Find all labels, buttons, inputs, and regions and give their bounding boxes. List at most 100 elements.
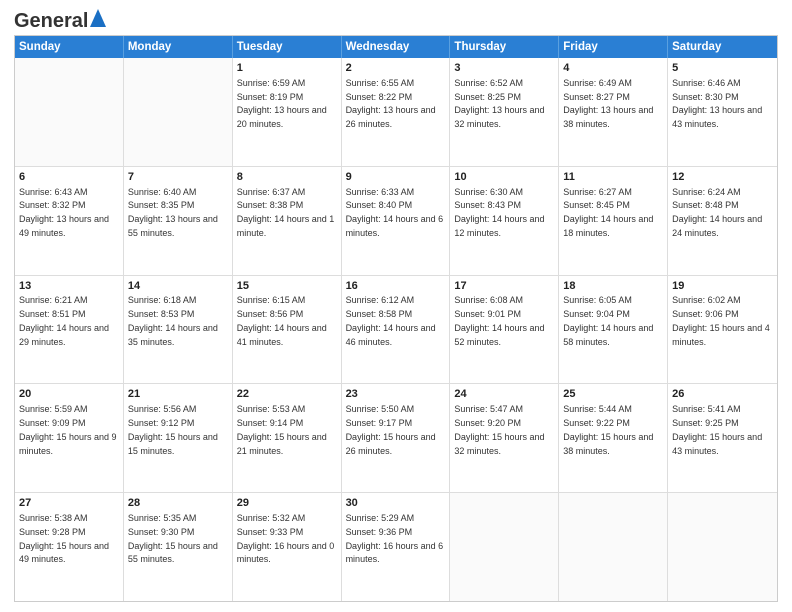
day-info: Sunrise: 6:30 AM Sunset: 8:43 PM Dayligh…	[454, 187, 544, 238]
day-info: Sunrise: 6:18 AM Sunset: 8:53 PM Dayligh…	[128, 295, 218, 346]
day-cell-28: 28 Sunrise: 5:35 AM Sunset: 9:30 PM Dayli…	[124, 493, 233, 601]
day-info: Sunrise: 6:15 AM Sunset: 8:56 PM Dayligh…	[237, 295, 327, 346]
day-cell-19: 19Sunrise: 6:02 AM Sunset: 9:06 PM Dayli…	[668, 276, 777, 384]
day-cell-15: 15Sunrise: 6:15 AM Sunset: 8:56 PM Dayli…	[233, 276, 342, 384]
day-number: 29	[237, 496, 337, 511]
day-info: Sunrise: 5:29 AM Sunset: 9:36 PM Dayligh…	[346, 513, 444, 564]
day-number: 9	[346, 170, 446, 185]
day-cell-14: 14Sunrise: 6:18 AM Sunset: 8:53 PM Dayli…	[124, 276, 233, 384]
day-number: 1	[237, 61, 337, 76]
empty-cell	[559, 493, 668, 601]
weekday-monday: Monday	[124, 36, 233, 58]
day-info: Sunrise: 6:33 AM Sunset: 8:40 PM Dayligh…	[346, 187, 444, 238]
day-number: 27	[19, 496, 119, 511]
day-info: Sunrise: 6:55 AM Sunset: 8:22 PM Dayligh…	[346, 78, 436, 129]
day-cell-4: 4 Sunrise: 6:49 AM Sunset: 8:27 PM Daylig…	[559, 58, 668, 166]
day-cell-25: 25 Sunrise: 5:44 AM Sunset: 9:22 PM Dayli…	[559, 384, 668, 492]
calendar-row-2: 13Sunrise: 6:21 AM Sunset: 8:51 PM Dayli…	[15, 276, 777, 385]
day-number: 19	[672, 279, 773, 294]
day-number: 22	[237, 387, 337, 402]
day-number: 21	[128, 387, 228, 402]
day-number: 28	[128, 496, 228, 511]
day-info: Sunrise: 5:38 AM Sunset: 9:28 PM Dayligh…	[19, 513, 109, 564]
day-cell-16: 16Sunrise: 6:12 AM Sunset: 8:58 PM Dayli…	[342, 276, 451, 384]
day-info: Sunrise: 6:46 AM Sunset: 8:30 PM Dayligh…	[672, 78, 762, 129]
day-info: Sunrise: 5:50 AM Sunset: 9:17 PM Dayligh…	[346, 404, 436, 455]
day-number: 13	[19, 279, 119, 294]
calendar-row-4: 27 Sunrise: 5:38 AM Sunset: 9:28 PM Dayli…	[15, 493, 777, 601]
day-cell-5: 5 Sunrise: 6:46 AM Sunset: 8:30 PM Daylig…	[668, 58, 777, 166]
day-number: 3	[454, 61, 554, 76]
logo-arrow-icon	[90, 9, 106, 30]
day-cell-22: 22Sunrise: 5:53 AM Sunset: 9:14 PM Dayli…	[233, 384, 342, 492]
day-cell-10: 10 Sunrise: 6:30 AM Sunset: 8:43 PM Dayli…	[450, 167, 559, 275]
day-info: Sunrise: 6:24 AM Sunset: 8:48 PM Dayligh…	[672, 187, 762, 238]
day-cell-20: 20Sunrise: 5:59 AM Sunset: 9:09 PM Dayli…	[15, 384, 124, 492]
day-number: 30	[346, 496, 446, 511]
day-info: Sunrise: 5:35 AM Sunset: 9:30 PM Dayligh…	[128, 513, 218, 564]
logo: General	[14, 10, 106, 29]
day-info: Sunrise: 5:47 AM Sunset: 9:20 PM Dayligh…	[454, 404, 544, 455]
day-number: 25	[563, 387, 663, 402]
weekday-saturday: Saturday	[668, 36, 777, 58]
day-cell-27: 27 Sunrise: 5:38 AM Sunset: 9:28 PM Dayli…	[15, 493, 124, 601]
day-number: 14	[128, 279, 228, 294]
day-number: 4	[563, 61, 663, 76]
calendar-header: SundayMondayTuesdayWednesdayThursdayFrid…	[15, 36, 777, 58]
day-number: 6	[19, 170, 119, 185]
day-cell-2: 2 Sunrise: 6:55 AM Sunset: 8:22 PM Daylig…	[342, 58, 451, 166]
day-info: Sunrise: 6:49 AM Sunset: 8:27 PM Dayligh…	[563, 78, 653, 129]
day-info: Sunrise: 6:59 AM Sunset: 8:19 PM Dayligh…	[237, 78, 327, 129]
calendar-body: 1 Sunrise: 6:59 AM Sunset: 8:19 PM Daylig…	[15, 58, 777, 601]
day-number: 23	[346, 387, 446, 402]
weekday-thursday: Thursday	[450, 36, 559, 58]
day-info: Sunrise: 6:37 AM Sunset: 8:38 PM Dayligh…	[237, 187, 335, 238]
calendar: SundayMondayTuesdayWednesdayThursdayFrid…	[14, 35, 778, 602]
day-cell-24: 24 Sunrise: 5:47 AM Sunset: 9:20 PM Dayli…	[450, 384, 559, 492]
day-cell-7: 7Sunrise: 6:40 AM Sunset: 8:35 PM Daylig…	[124, 167, 233, 275]
day-info: Sunrise: 5:41 AM Sunset: 9:25 PM Dayligh…	[672, 404, 762, 455]
day-number: 15	[237, 279, 337, 294]
header: General	[14, 10, 778, 29]
day-cell-8: 8 Sunrise: 6:37 AM Sunset: 8:38 PM Daylig…	[233, 167, 342, 275]
day-cell-29: 29 Sunrise: 5:32 AM Sunset: 9:33 PM Dayli…	[233, 493, 342, 601]
weekday-sunday: Sunday	[15, 36, 124, 58]
day-number: 2	[346, 61, 446, 76]
day-number: 8	[237, 170, 337, 185]
day-info: Sunrise: 6:08 AM Sunset: 9:01 PM Dayligh…	[454, 295, 544, 346]
day-number: 11	[563, 170, 663, 185]
weekday-friday: Friday	[559, 36, 668, 58]
day-number: 24	[454, 387, 554, 402]
day-cell-21: 21 Sunrise: 5:56 AM Sunset: 9:12 PM Dayli…	[124, 384, 233, 492]
day-info: Sunrise: 6:43 AM Sunset: 8:32 PM Dayligh…	[19, 187, 109, 238]
day-cell-26: 26Sunrise: 5:41 AM Sunset: 9:25 PM Dayli…	[668, 384, 777, 492]
day-cell-17: 17Sunrise: 6:08 AM Sunset: 9:01 PM Dayli…	[450, 276, 559, 384]
calendar-row-1: 6 Sunrise: 6:43 AM Sunset: 8:32 PM Daylig…	[15, 167, 777, 276]
day-info: Sunrise: 5:32 AM Sunset: 9:33 PM Dayligh…	[237, 513, 335, 564]
day-info: Sunrise: 5:59 AM Sunset: 9:09 PM Dayligh…	[19, 404, 117, 455]
day-info: Sunrise: 6:52 AM Sunset: 8:25 PM Dayligh…	[454, 78, 544, 129]
day-number: 16	[346, 279, 446, 294]
empty-cell	[15, 58, 124, 166]
day-info: Sunrise: 6:05 AM Sunset: 9:04 PM Dayligh…	[563, 295, 653, 346]
day-cell-1: 1 Sunrise: 6:59 AM Sunset: 8:19 PM Daylig…	[233, 58, 342, 166]
weekday-wednesday: Wednesday	[342, 36, 451, 58]
empty-cell	[668, 493, 777, 601]
day-number: 10	[454, 170, 554, 185]
weekday-tuesday: Tuesday	[233, 36, 342, 58]
day-info: Sunrise: 6:02 AM Sunset: 9:06 PM Dayligh…	[672, 295, 770, 346]
day-number: 18	[563, 279, 663, 294]
day-info: Sunrise: 5:44 AM Sunset: 9:22 PM Dayligh…	[563, 404, 653, 455]
calendar-row-3: 20Sunrise: 5:59 AM Sunset: 9:09 PM Dayli…	[15, 384, 777, 493]
calendar-row-0: 1 Sunrise: 6:59 AM Sunset: 8:19 PM Daylig…	[15, 58, 777, 167]
empty-cell	[124, 58, 233, 166]
day-cell-11: 11Sunrise: 6:27 AM Sunset: 8:45 PM Dayli…	[559, 167, 668, 275]
day-info: Sunrise: 6:40 AM Sunset: 8:35 PM Dayligh…	[128, 187, 218, 238]
day-number: 12	[672, 170, 773, 185]
logo-general-text: General	[14, 10, 88, 33]
day-cell-6: 6 Sunrise: 6:43 AM Sunset: 8:32 PM Daylig…	[15, 167, 124, 275]
day-info: Sunrise: 6:21 AM Sunset: 8:51 PM Dayligh…	[19, 295, 109, 346]
day-info: Sunrise: 6:12 AM Sunset: 8:58 PM Dayligh…	[346, 295, 436, 346]
day-info: Sunrise: 5:56 AM Sunset: 9:12 PM Dayligh…	[128, 404, 218, 455]
day-number: 5	[672, 61, 773, 76]
